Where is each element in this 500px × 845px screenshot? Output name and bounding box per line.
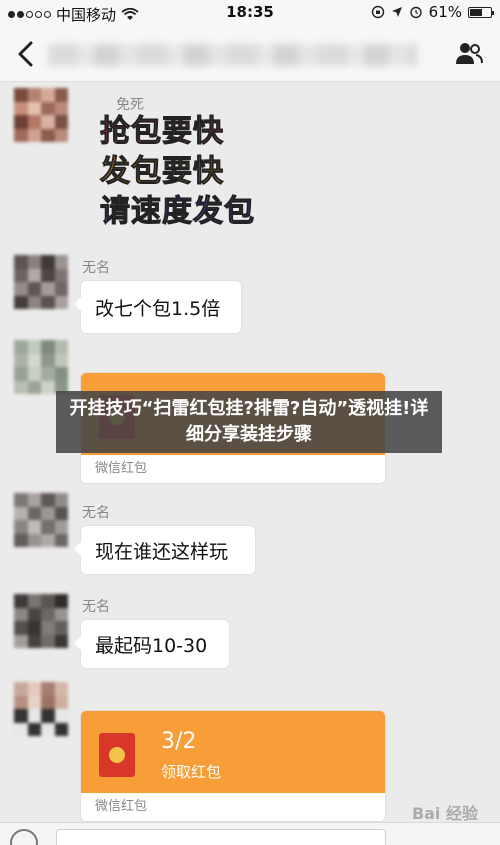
chat-header	[0, 26, 500, 82]
sticker-message[interactable]: 抢包要快 发包要快 请速度发包	[100, 112, 260, 232]
message-text: 改七个包1.5倍	[95, 297, 221, 320]
message-text: 最起码10-30	[95, 634, 208, 657]
overlay-headline: 开挂技巧“扫雷红包挂?排雷?自动”透视挂!详细分享装挂步骤	[56, 391, 442, 453]
avatar[interactable]	[14, 88, 68, 142]
chevron-left-icon[interactable]	[14, 40, 38, 68]
avatar[interactable]	[14, 255, 68, 309]
avatar[interactable]	[14, 340, 68, 394]
text-message-bubble[interactable]: 改七个包1.5倍	[74, 280, 242, 334]
sender-name: 无名	[82, 599, 110, 615]
sender-name: 无名	[82, 505, 110, 521]
red-packet-footer: 微信红包	[81, 455, 385, 483]
red-envelope-icon	[99, 733, 135, 777]
voice-icon[interactable]	[10, 829, 38, 845]
message-text: 现在谁还这样玩	[95, 540, 229, 563]
avatar[interactable]	[14, 682, 68, 736]
status-bar: 中国移动 18:35 61%	[0, 0, 500, 26]
avatar[interactable]	[14, 493, 68, 547]
red-packet-count: 3/2	[161, 729, 197, 754]
message-input[interactable]	[56, 829, 386, 845]
status-right: 61%	[371, 3, 494, 21]
sticker-text-line: 发包要快	[100, 154, 224, 190]
red-packet-action: 领取红包	[161, 763, 222, 781]
text-message-bubble[interactable]: 现在谁还这样玩	[74, 525, 256, 575]
blurred-chat-title	[48, 44, 418, 66]
sticker-text-line: 抢包要快	[100, 114, 224, 150]
alarm-icon	[409, 6, 422, 19]
sender-name: 免死	[116, 97, 144, 113]
sender-name: 无名	[82, 260, 110, 276]
battery-icon	[468, 6, 494, 18]
battery-percent: 61%	[428, 3, 462, 21]
people-icon[interactable]	[454, 40, 484, 68]
text-message-bubble[interactable]: 最起码10-30	[74, 619, 230, 669]
orientation-lock-icon	[371, 5, 384, 19]
red-packet-footer: 微信红包	[81, 793, 385, 821]
location-arrow-icon	[391, 7, 402, 17]
sticker-text-line: 请速度发包	[100, 194, 255, 230]
baidu-watermark: Bai 经验	[411, 804, 478, 823]
input-bar	[0, 822, 500, 845]
avatar[interactable]	[14, 594, 68, 648]
red-packet-message[interactable]: 3/2 领取红包 微信红包	[80, 710, 386, 822]
